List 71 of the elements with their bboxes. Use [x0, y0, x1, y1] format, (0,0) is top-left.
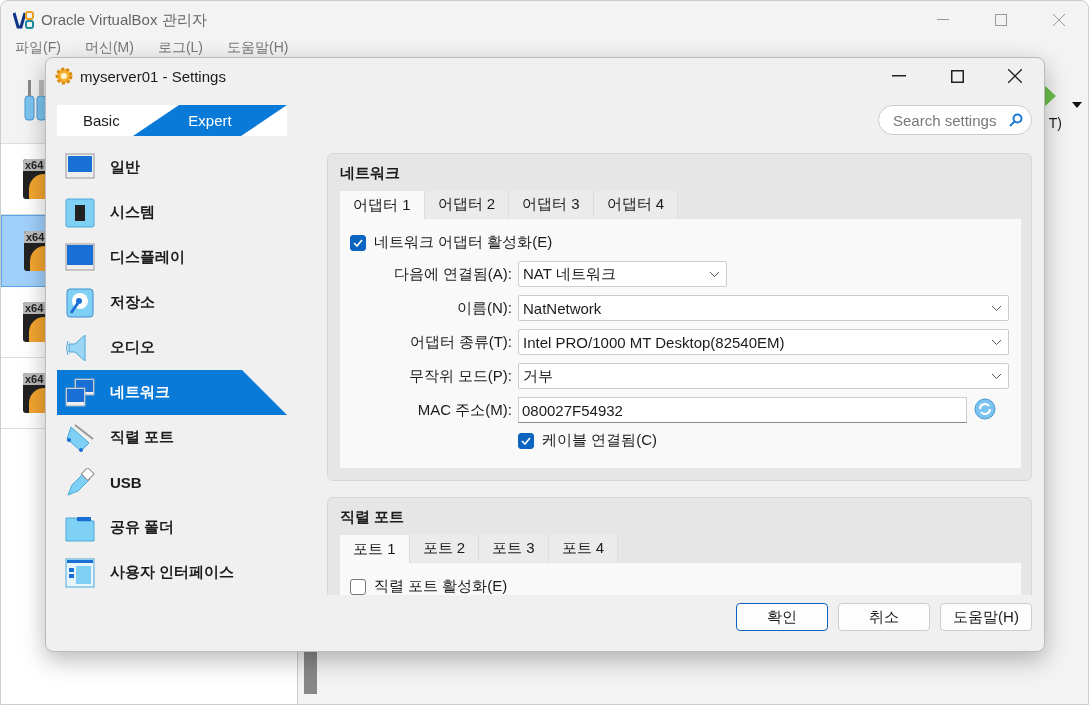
dialog-button[interactable]: 도움말(H) — [940, 603, 1032, 631]
category-item[interactable]: 디스플레이 — [57, 235, 287, 280]
dropdown[interactable]: NatNetwork — [518, 295, 1009, 321]
port-tab[interactable]: 포트 4 — [548, 535, 619, 562]
app-logo-icon — [13, 10, 35, 30]
mode-tab[interactable]: Expert — [133, 105, 287, 136]
mac-address-field[interactable]: 080027F54932 — [518, 397, 967, 423]
adapter-tab[interactable]: 어댑터 2 — [424, 191, 510, 218]
chevron-icon — [709, 270, 720, 278]
usb-icon — [65, 467, 95, 498]
category-item[interactable]: 네트워크 — [57, 370, 287, 415]
menu-item[interactable]: 도움말(H) — [227, 39, 289, 57]
adapter-tab[interactable]: 어댑터 3 — [509, 191, 594, 218]
category-item[interactable]: 오디오 — [57, 325, 287, 370]
chevron-icon — [991, 372, 1002, 380]
field-label: 어댑터 종류(T): — [408, 332, 512, 352]
section-title: 직렬 포트 — [340, 508, 406, 527]
mode-tab[interactable]: Basic — [57, 105, 133, 136]
field-label: 무작위 모드(P): — [407, 366, 512, 386]
os-badge: x64 — [24, 231, 47, 243]
search-field[interactable]: Search settings — [878, 105, 1032, 135]
serial-icon — [65, 422, 95, 453]
category-item[interactable]: 사용자 인터페이스 — [57, 550, 287, 595]
ui-icon — [65, 557, 95, 588]
display-icon — [65, 242, 95, 273]
field-label: MAC 주소(M): — [416, 400, 512, 420]
cable-connected-checkbox[interactable]: 케이블 연결됨(C) — [518, 431, 1009, 450]
menu-item[interactable]: 머신(M) — [84, 39, 134, 57]
adapter-tab[interactable]: 어댑터 4 — [593, 191, 679, 218]
dialog-button[interactable]: 확인 — [736, 603, 828, 631]
toolbar-label[interactable]: T) — [1048, 115, 1062, 131]
field-label: 이름(N): — [456, 298, 512, 318]
category-item[interactable]: 저장소 — [57, 280, 287, 325]
menu-item[interactable]: 로그(L) — [157, 39, 203, 57]
dropdown[interactable]: NAT 네트워크 — [518, 261, 727, 287]
enable-adapter-checkbox[interactable]: 네트워크 어댑터 활성화(E) — [350, 233, 1009, 252]
category-item[interactable]: 시스템 — [57, 190, 287, 235]
dropdown-caret-icon[interactable] — [1072, 102, 1082, 108]
dropdown[interactable]: 거부 — [518, 363, 1009, 389]
adapter-tab[interactable]: 어댑터 1 — [340, 191, 425, 219]
section-title: 네트워크 — [340, 164, 401, 183]
port-tab[interactable]: 포트 2 — [409, 535, 480, 562]
network-icon — [65, 377, 95, 408]
refresh-button[interactable] — [973, 398, 997, 422]
minimize-icon[interactable] — [892, 75, 906, 77]
chevron-icon — [991, 304, 1002, 312]
menu-item[interactable]: 파일(F) — [15, 39, 61, 57]
search-icon[interactable] — [1009, 113, 1023, 127]
field-label: 다음에 연결됨(A): — [392, 264, 512, 284]
port-tab[interactable]: 포트 3 — [479, 535, 549, 562]
minimize-icon[interactable] — [937, 19, 949, 21]
category-item[interactable]: 직렬 포트 — [57, 415, 287, 460]
gear-icon — [54, 66, 74, 86]
category-item[interactable]: USB — [57, 460, 287, 505]
checkmark-icon — [521, 436, 531, 445]
dropdown[interactable]: Intel PRO/1000 MT Desktop(82540EM) — [518, 329, 1009, 355]
storage-icon — [65, 287, 95, 318]
system-icon — [65, 197, 95, 228]
close-icon[interactable] — [1008, 69, 1022, 83]
category-item[interactable]: 일반 — [57, 145, 287, 190]
os-badge: x64 — [23, 159, 46, 171]
maximize-icon[interactable] — [950, 69, 964, 83]
dialog-button[interactable]: 취소 — [838, 603, 930, 631]
os-badge: x64 — [23, 373, 46, 385]
chevron-icon — [991, 338, 1002, 346]
checkmark-icon — [353, 238, 363, 247]
category-item[interactable]: 공유 폴더 — [57, 505, 287, 550]
port-tab[interactable]: 포트 1 — [340, 535, 410, 563]
os-badge: x64 — [23, 302, 46, 314]
window-title: Oracle VirtualBox 관리자 — [41, 10, 207, 30]
dialog-title: myserver01 - Settings — [80, 67, 226, 85]
